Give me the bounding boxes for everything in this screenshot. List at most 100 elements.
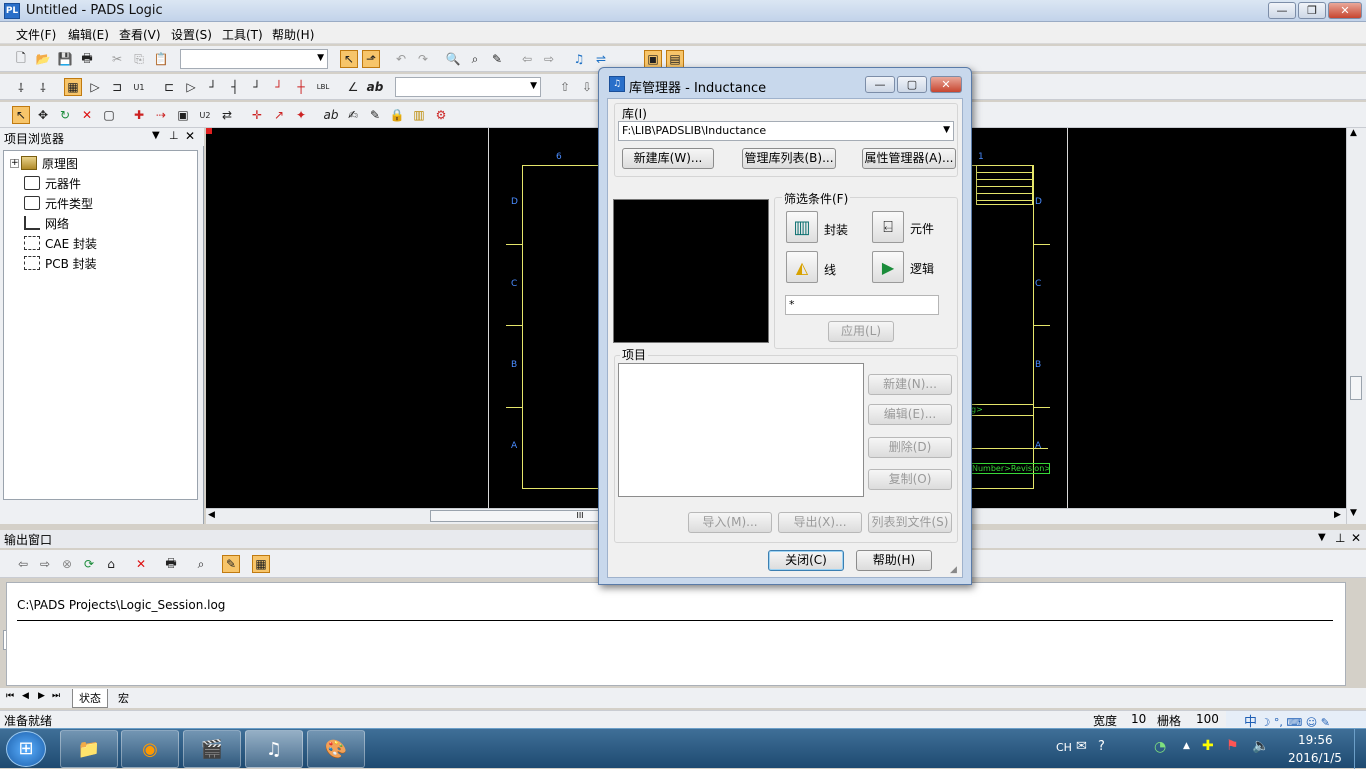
library-combo[interactable]: F:\LIB\PADSLIB\Inductance ▼ — [618, 121, 954, 141]
start-button[interactable]: ⊞ — [6, 731, 46, 767]
select-gate-icon[interactable]: ▷ — [86, 78, 104, 96]
tree-item-cae-decals[interactable]: CAE 封装 — [24, 233, 97, 253]
redraw-icon[interactable]: ✎ — [488, 50, 506, 68]
expand-icon[interactable]: + — [10, 158, 19, 168]
menu-file[interactable]: 文件(F) — [16, 26, 56, 43]
minimize-button[interactable]: — — [1268, 2, 1296, 19]
select-text-icon[interactable]: ab — [366, 78, 384, 96]
add-part-icon[interactable]: ✚ — [130, 106, 148, 124]
dialog-maximize-button[interactable]: ▢ — [897, 76, 927, 93]
back-icon[interactable]: ⇦ — [518, 50, 536, 68]
flag-tray-icon[interactable]: ⚑ — [1226, 738, 1239, 754]
filter-line-button[interactable]: ◭ — [786, 251, 818, 283]
help-tray-icon[interactable]: ? — [1098, 739, 1105, 754]
copy-item-button[interactable]: 复制(O) — [868, 469, 952, 490]
scroll-down-icon[interactable]: ▼ — [1350, 508, 1357, 518]
shield-tray-icon[interactable]: ✚ — [1202, 738, 1214, 754]
select-bus-icon[interactable]: ┤ — [226, 78, 244, 96]
pin-icon[interactable]: ⊥ — [169, 129, 179, 142]
select-pin-icon[interactable]: ⊐ — [108, 78, 126, 96]
select-part-icon[interactable]: ▦ — [64, 78, 82, 96]
tree-item-nets[interactable]: 网络 — [24, 213, 69, 233]
menu-tools[interactable]: 工具(T) — [222, 26, 263, 43]
net-icon[interactable]: ♫ — [570, 50, 588, 68]
down-arrow-icon[interactable]: ⇩ — [578, 78, 596, 96]
tree-item-parts[interactable]: 元器件 — [24, 173, 81, 193]
add-field-icon[interactable]: ✛ — [248, 106, 266, 124]
rotate-icon[interactable]: ↻ — [56, 106, 74, 124]
attribute-manager-button[interactable]: 属性管理器(A)... — [862, 148, 956, 169]
edit-output-icon[interactable]: ✎ — [222, 555, 240, 573]
vertical-scrollbar[interactable]: ▲ ▼ — [1346, 128, 1366, 524]
layout-link-icon[interactable]: ▣ — [644, 50, 662, 68]
ime-tray-icon[interactable]: ✉ — [1076, 739, 1087, 754]
select-offpage-icon[interactable]: ▷ — [182, 78, 200, 96]
media-taskbar-icon[interactable]: 🎬 — [183, 730, 241, 768]
select-filter-icon[interactable]: ⸸ — [12, 78, 30, 96]
refresh-icon[interactable]: ⟳ — [80, 555, 98, 573]
library-icon[interactable]: ▥ — [410, 106, 428, 124]
select-ref-icon[interactable]: U1 — [130, 78, 148, 96]
delete-item-button[interactable]: 删除(D) — [868, 437, 952, 458]
copy-icon[interactable]: ⎘ — [130, 50, 148, 68]
output-close-icon[interactable]: ✕ — [1351, 531, 1361, 545]
properties-icon[interactable]: ▢ — [100, 106, 118, 124]
select-connector-icon[interactable]: ⊏ — [160, 78, 178, 96]
select-corner-icon[interactable]: ┘ — [270, 78, 288, 96]
filter-input[interactable]: * — [785, 295, 939, 315]
split-icon[interactable]: ✦ — [292, 106, 310, 124]
output-text-area[interactable]: C:\PADS Projects\Logic_Session.log — [6, 582, 1346, 686]
up-arrow-icon[interactable]: ⇧ — [556, 78, 574, 96]
tree-item-pcb-decals[interactable]: PCB 封装 — [24, 253, 97, 273]
filter-logic-button[interactable]: ▶ — [872, 251, 904, 283]
swap-icon[interactable]: ⇄ — [218, 106, 236, 124]
prev-tab-icon[interactable]: ◀ — [22, 691, 29, 701]
cut-icon[interactable]: ✂ — [108, 50, 126, 68]
delete-icon[interactable]: ✕ — [78, 106, 96, 124]
first-tab-icon[interactable]: ⏮ — [6, 691, 14, 701]
output-menu-icon[interactable]: ▼ — [1318, 532, 1326, 543]
find-icon[interactable]: ⌕ — [466, 50, 484, 68]
filter-decal-button[interactable]: ▥ — [786, 211, 818, 243]
network-tray-icon[interactable]: ◔ — [1154, 739, 1166, 755]
clear-icon[interactable]: ✕ — [132, 555, 150, 573]
table-output-icon[interactable]: ▦ — [252, 555, 270, 573]
lock-icon[interactable]: 🔒 — [388, 106, 406, 124]
dialog-close-action-button[interactable]: 关闭(C) — [768, 550, 844, 571]
scroll-thumb[interactable] — [1350, 376, 1362, 400]
forward-icon[interactable]: ⇨ — [540, 50, 558, 68]
design-toolbar-icon[interactable]: ⬏ — [362, 50, 380, 68]
show-desktop-button[interactable] — [1354, 729, 1366, 769]
board-icon[interactable]: ▤ — [666, 50, 684, 68]
panel-close-icon[interactable]: ✕ — [185, 129, 195, 143]
zoom-icon[interactable]: 🔍 — [444, 50, 462, 68]
clock-time[interactable]: 19:56 — [1298, 733, 1333, 747]
close-button[interactable]: ✕ — [1328, 2, 1362, 19]
edit-item-button[interactable]: 编辑(E)... — [868, 404, 952, 425]
clock-date[interactable]: 2016/1/5 — [1288, 751, 1342, 765]
tree-item-part-types[interactable]: 元件类型 — [24, 193, 93, 213]
new-item-button[interactable]: 新建(N)... — [868, 374, 952, 395]
add-connection-icon[interactable]: ⇢ — [152, 106, 170, 124]
dialog-minimize-button[interactable]: — — [865, 76, 895, 93]
explorer-taskbar-icon[interactable]: 📁 — [60, 730, 118, 768]
menu-help[interactable]: 帮助(H) — [272, 26, 314, 43]
panel-menu-icon[interactable]: ▼ — [152, 130, 160, 141]
redo-icon[interactable]: ↷ — [414, 50, 432, 68]
paste-icon[interactable]: 📋 — [152, 50, 170, 68]
select-label-icon[interactable]: LBL — [314, 78, 332, 96]
scroll-left-icon[interactable]: ◀ — [208, 510, 215, 520]
restore-button[interactable]: ❐ — [1298, 2, 1326, 19]
next-tab-icon[interactable]: ▶ — [38, 691, 45, 701]
move-icon[interactable]: ✥ — [34, 106, 52, 124]
select-line-icon[interactable]: ∠ — [344, 78, 362, 96]
language-indicator[interactable]: CH — [1056, 741, 1072, 754]
dialog-close-button[interactable]: ✕ — [930, 76, 962, 93]
filter-part-button[interactable]: ⍇ — [872, 211, 904, 243]
select-any-icon[interactable]: ⸸ — [34, 78, 52, 96]
save-icon[interactable]: 💾 — [56, 50, 74, 68]
router-icon[interactable]: ⇌ — [592, 50, 610, 68]
edit-icon[interactable]: ✎ — [366, 106, 384, 124]
volume-tray-icon[interactable]: 🔈 — [1252, 738, 1269, 754]
print-icon[interactable]: 🖶 — [78, 50, 96, 68]
